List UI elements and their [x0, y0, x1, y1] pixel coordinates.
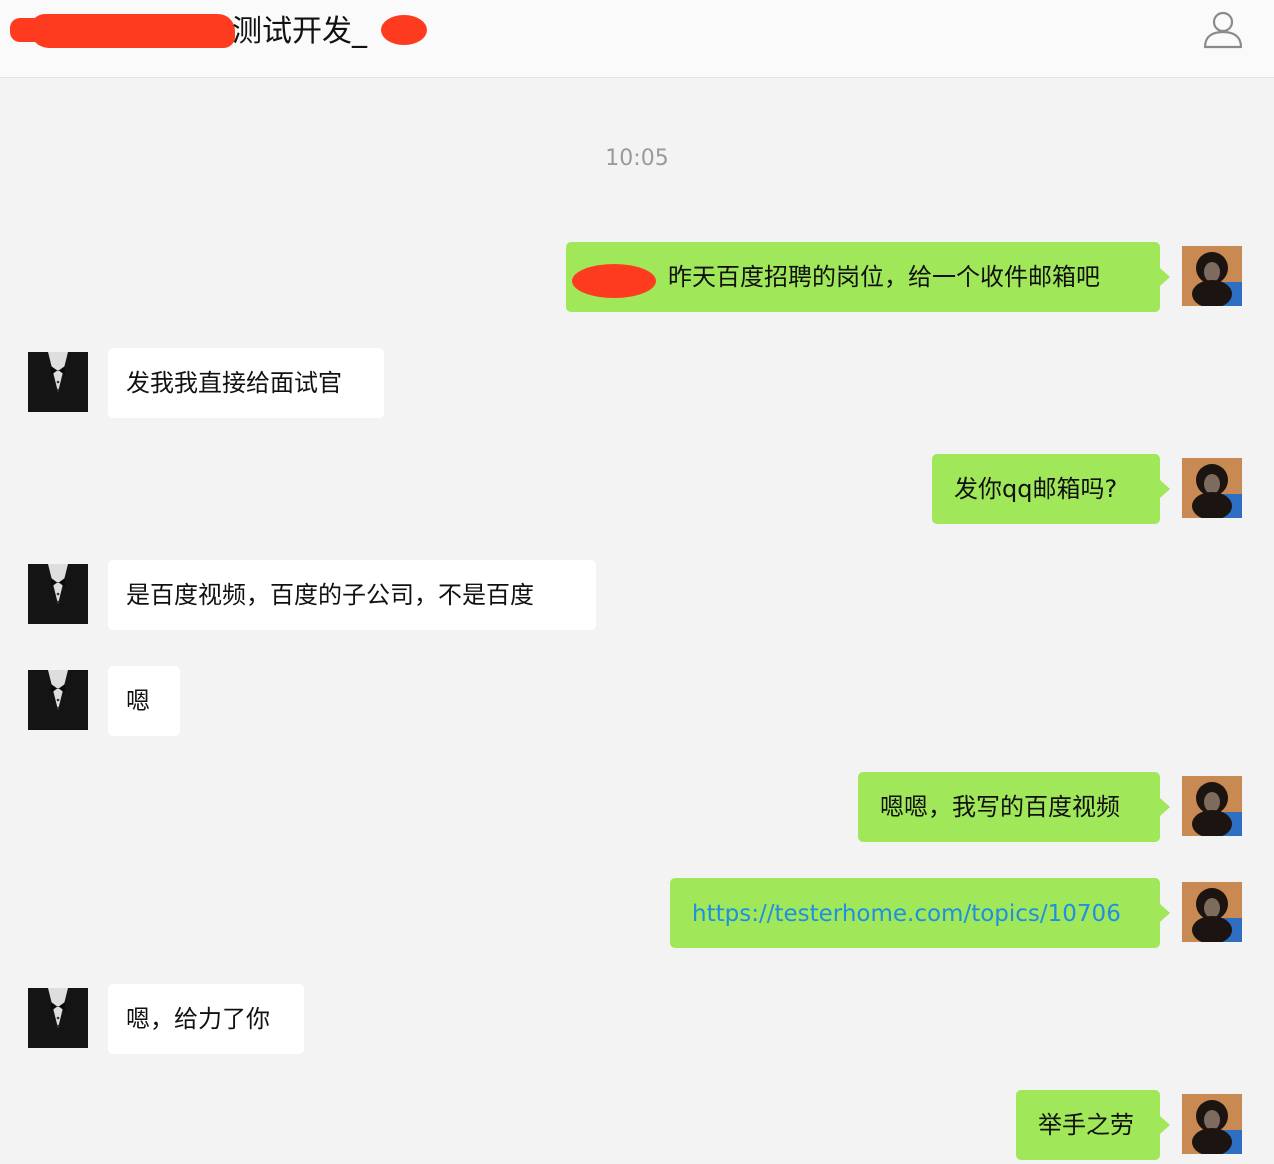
message-text: 举手之劳 [1038, 1111, 1134, 1139]
message-bubble-received[interactable]: 发我我直接给面试官 [108, 348, 384, 418]
message-text: 嗯 [126, 687, 150, 715]
message-text: 发我我直接给面试官 [126, 369, 342, 397]
message-bubble-sent[interactable]: https://testerhome.com/topics/10706 [670, 878, 1170, 948]
redaction-mark [381, 15, 427, 45]
redaction-mark [572, 264, 656, 298]
redaction-mark [30, 14, 235, 48]
message-bubble-sent[interactable]: 嗯嗯，我写的百度视频 [858, 772, 1170, 842]
message-bubble-received[interactable]: 嗯，给力了你 [108, 984, 304, 1054]
message-bubble-received[interactable]: 嗯 [108, 666, 180, 736]
message-bubble-sent[interactable]: 昨天百度招聘的岗位，给一个收件邮箱吧 [566, 242, 1170, 312]
message-text: 是百度视频，百度的子公司，不是百度 [126, 581, 534, 609]
contact-avatar[interactable] [28, 670, 88, 730]
self-avatar[interactable] [1182, 458, 1242, 518]
message-text: 昨天百度招聘的岗位，给一个收件邮箱吧 [668, 263, 1100, 291]
chat-header: 测试开发_ [0, 0, 1274, 78]
self-avatar[interactable] [1182, 1094, 1242, 1154]
message-text: 嗯，给力了你 [126, 1005, 270, 1033]
self-avatar[interactable] [1182, 882, 1242, 942]
self-avatar[interactable] [1182, 776, 1242, 836]
message-timestamp: 10:05 [605, 146, 669, 171]
message-text: 发你qq邮箱吗? [954, 475, 1118, 503]
message-text: 嗯嗯，我写的百度视频 [880, 793, 1120, 821]
message-bubble-sent[interactable]: 举手之劳 [1016, 1090, 1170, 1160]
contact-avatar[interactable] [28, 564, 88, 624]
self-avatar[interactable] [1182, 246, 1242, 306]
message-bubble-sent[interactable]: 发你qq邮箱吗? [932, 454, 1170, 524]
chat-title: 测试开发_ [232, 14, 367, 49]
message-bubble-received[interactable]: 是百度视频，百度的子公司，不是百度 [108, 560, 596, 630]
contact-avatar[interactable] [28, 352, 88, 412]
user-outline-icon[interactable] [1202, 8, 1244, 50]
message-link[interactable]: https://testerhome.com/topics/10706 [692, 901, 1121, 927]
contact-avatar[interactable] [28, 988, 88, 1048]
